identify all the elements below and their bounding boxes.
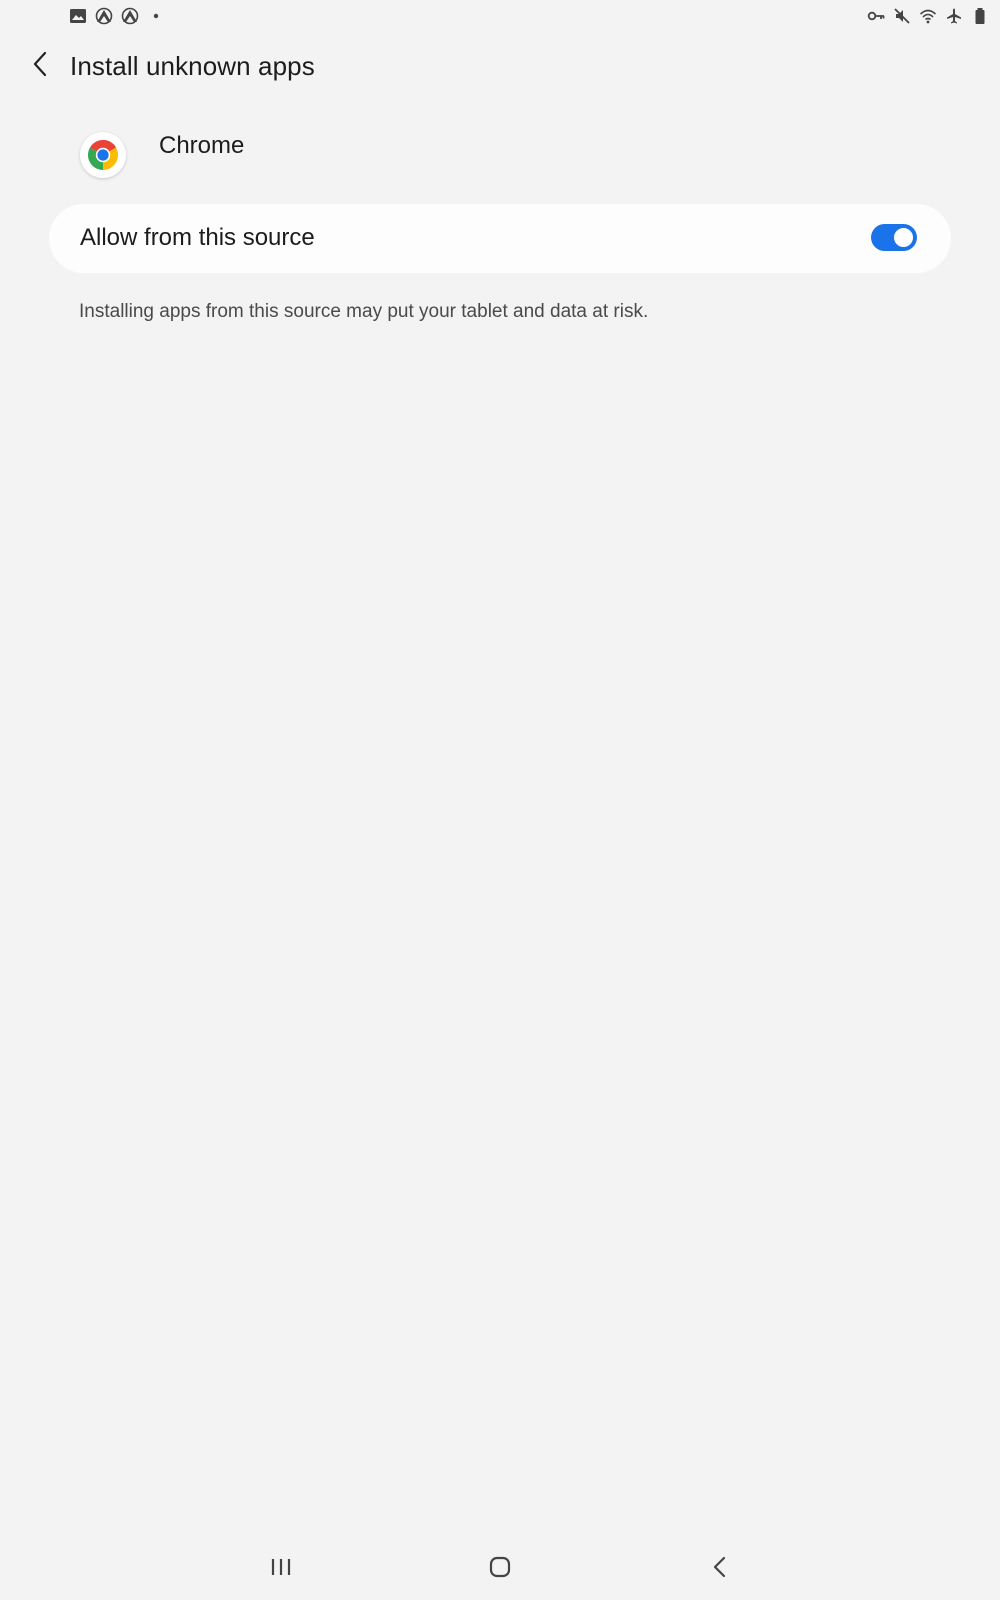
back-icon: [710, 1555, 730, 1584]
status-right-icons: [866, 6, 990, 26]
allow-from-source-label: Allow from this source: [80, 224, 315, 251]
nordvpn-icon: [120, 6, 140, 26]
image-icon: [68, 6, 88, 26]
home-icon: [488, 1555, 512, 1584]
vpn-key-icon: [866, 6, 886, 26]
recents-button[interactable]: [259, 1552, 303, 1586]
chevron-left-icon: [30, 50, 50, 83]
nordvpn-icon: [94, 6, 114, 26]
screen: Install unknown apps Chrome Allow from t…: [0, 0, 1000, 1600]
airplane-icon: [944, 6, 964, 26]
app-bar: Install unknown apps: [0, 40, 1000, 94]
nav-back-button[interactable]: [698, 1552, 742, 1586]
status-left-icons: [68, 6, 166, 26]
chrome-icon: [80, 132, 126, 178]
allow-from-source-row[interactable]: Allow from this source: [49, 204, 951, 273]
page-title: Install unknown apps: [70, 51, 315, 81]
wifi-icon: [918, 6, 938, 26]
warning-text: Installing apps from this source may put…: [79, 301, 649, 322]
app-name: Chrome: [159, 132, 245, 159]
home-button[interactable]: [478, 1552, 522, 1586]
app-info-row: Chrome: [80, 132, 920, 182]
allow-from-source-toggle[interactable]: [871, 224, 917, 251]
navigation-bar: [0, 1540, 1000, 1600]
status-bar: [0, 0, 1000, 32]
back-button[interactable]: [22, 48, 58, 84]
recents-icon: [269, 1556, 293, 1583]
toggle-knob: [892, 226, 915, 249]
battery-icon: [970, 6, 990, 26]
mute-icon: [892, 6, 912, 26]
dot-icon: [146, 6, 166, 26]
